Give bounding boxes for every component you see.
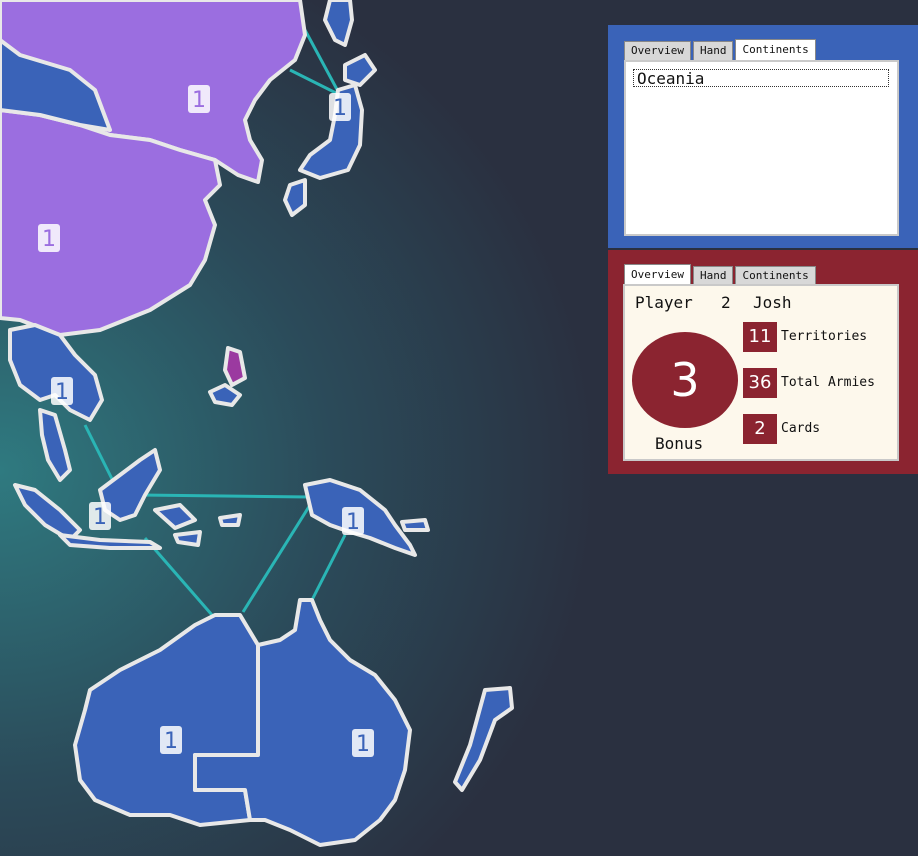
tab-overview[interactable]: Overview (624, 264, 691, 285)
total-armies-count: 36 (743, 368, 777, 398)
new-guinea-islet[interactable] (400, 518, 430, 532)
army-count: 1 (333, 96, 347, 121)
bonus-label: Bonus (655, 434, 704, 453)
army-badge-japan[interactable]: 1 (329, 93, 351, 121)
tab-overview[interactable]: Overview (624, 41, 691, 60)
territories-count: 11 (743, 322, 777, 352)
tab-continents[interactable]: Continents (735, 266, 816, 285)
total-armies-label: Total Armies (781, 375, 875, 390)
army-count: 1 (93, 505, 107, 530)
philippines[interactable] (223, 346, 247, 387)
player-word: Player (635, 293, 693, 312)
army-count: 1 (346, 510, 360, 535)
continents-panel: Overview Hand Continents Oceania (608, 25, 918, 248)
tab-hand[interactable]: Hand (692, 41, 734, 60)
continents-list: Oceania (624, 60, 899, 236)
player-panel: Overview Hand Continents Player 2 Josh 3… (608, 250, 918, 474)
army-count: 1 (192, 88, 206, 113)
army-badge-china[interactable]: 1 (38, 224, 60, 252)
japan-island-kyushu[interactable] (283, 178, 307, 217)
player-panel-tabs: Overview Hand Continents (624, 264, 818, 286)
indonesia-islet-3[interactable] (173, 530, 202, 547)
cards-count: 2 (743, 414, 777, 444)
bonus-value: 3 (632, 332, 738, 428)
player-number: 2 (721, 293, 731, 312)
player-overview: Player 2 Josh 3 Bonus 11 Territories 36 … (623, 284, 899, 461)
army-count: 1 (356, 732, 370, 757)
army-badge-eastern-australia[interactable]: 1 (352, 729, 374, 757)
continent-item-oceania[interactable]: Oceania (633, 69, 889, 87)
army-badge-western-australia[interactable]: 1 (160, 726, 182, 754)
army-badge-siam[interactable]: 1 (51, 377, 73, 405)
army-badge-north-china[interactable]: 1 (188, 85, 210, 113)
army-count: 1 (55, 380, 69, 405)
army-badge-indonesia[interactable]: 1 (89, 502, 111, 530)
army-badge-new-guinea[interactable]: 1 (342, 507, 364, 535)
cards-label: Cards (781, 421, 821, 436)
army-count: 1 (164, 729, 178, 754)
territories-label: Territories (781, 329, 868, 344)
tab-continents[interactable]: Continents (735, 39, 816, 60)
continents-panel-tabs: Overview Hand Continents (624, 39, 818, 61)
tab-hand[interactable]: Hand (692, 266, 734, 285)
indonesia-islet-2[interactable] (218, 513, 242, 527)
player-name: Josh (753, 293, 792, 312)
army-count: 1 (42, 227, 56, 252)
